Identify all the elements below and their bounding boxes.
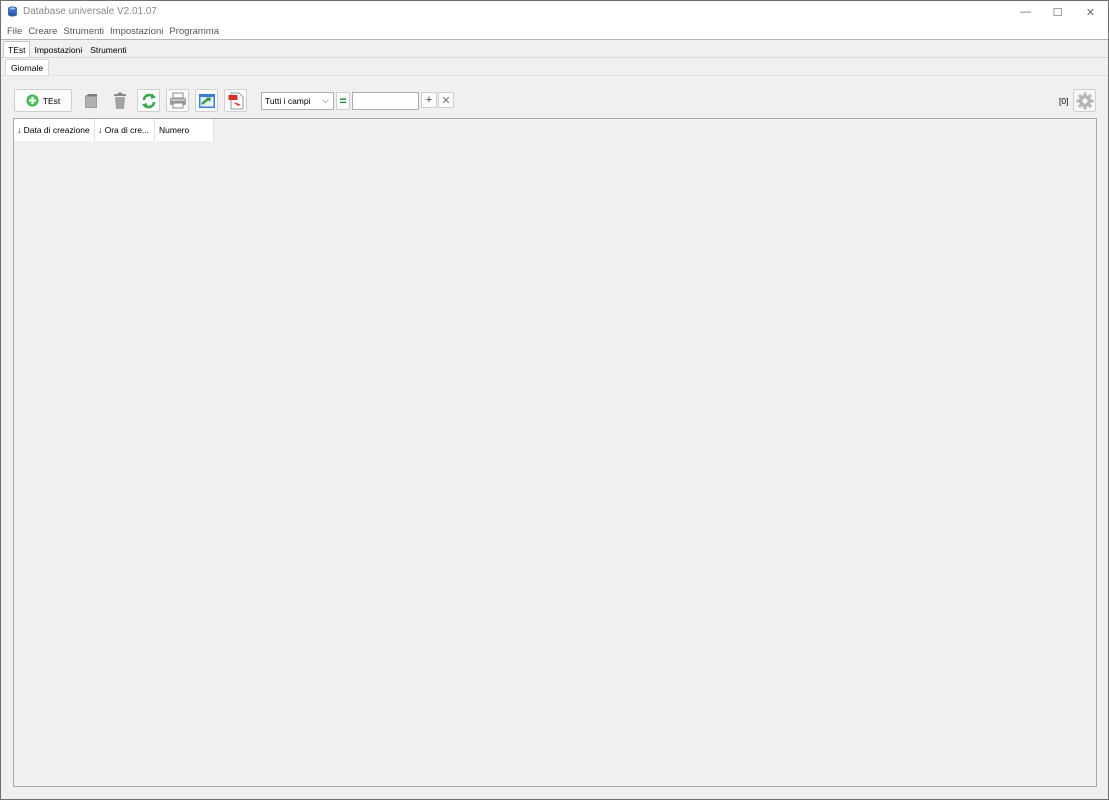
filter-field-select[interactable]: Tutti i campi ⌵ [261, 92, 334, 110]
clear-filter-button[interactable]: ✕ [438, 92, 454, 108]
settings-button[interactable] [1073, 89, 1096, 112]
title-bar[interactable]: Database universale V2.01.07 — ☐ ✕ [1, 1, 1108, 23]
print-button[interactable] [166, 89, 189, 112]
column-header-numero[interactable]: Numero [155, 119, 214, 141]
export-button[interactable] [195, 89, 218, 112]
records-table[interactable]: ↓ Data di creazione ↓ Ora di cre... Nume… [13, 118, 1097, 787]
delete-button[interactable] [108, 89, 131, 112]
column-header-data-creazione[interactable]: ↓ Data di creazione [14, 119, 95, 141]
chevron-down-icon: ⌵ [322, 95, 329, 105]
add-record-label: TEst [42, 95, 61, 106]
refresh-button[interactable] [137, 89, 160, 112]
app-logo-icon [8, 6, 17, 17]
pdf-export-button[interactable] [224, 89, 247, 112]
edit-icon [84, 93, 97, 108]
print-icon [169, 92, 186, 109]
add-record-button[interactable]: TEst [14, 89, 72, 112]
edit-button[interactable] [79, 89, 102, 112]
menu-file[interactable]: File [4, 26, 25, 37]
menu-creare[interactable]: Creare [25, 26, 60, 37]
pdf-icon [228, 92, 243, 109]
gear-icon [1076, 92, 1093, 109]
subtabs-divider [1, 75, 1108, 76]
add-filter-button[interactable]: + [421, 92, 437, 108]
maximize-button[interactable]: ☐ [1041, 1, 1074, 23]
table-header: ↓ Data di creazione ↓ Ora di cre... Nume… [14, 119, 214, 141]
delete-icon [113, 92, 126, 109]
menu-programma[interactable]: Programma [166, 26, 222, 37]
window-title: Database universale V2.01.07 [23, 6, 157, 17]
filter-field-value: Tutti i campi [265, 96, 311, 106]
app-window: Database universale V2.01.07 — ☐ ✕ File … [0, 0, 1109, 800]
tab-impostazioni[interactable]: Impostazioni [30, 42, 86, 57]
filter-search-input[interactable] [352, 92, 419, 110]
menu-separator [1, 39, 1108, 40]
refresh-icon [141, 93, 156, 108]
menu-strumenti[interactable]: Strumenti [60, 26, 107, 37]
minimize-button[interactable]: — [1009, 1, 1042, 23]
tab-strumenti[interactable]: Strumenti [86, 42, 130, 57]
tabs-divider [1, 57, 1108, 58]
menu-bar: File Creare Strumenti Impostazioni Progr… [1, 23, 1108, 39]
filter-operator-button[interactable]: = [336, 92, 350, 110]
export-icon [198, 93, 215, 108]
tab-giornale[interactable]: Giornale [5, 59, 50, 75]
menu-impostazioni[interactable]: Impostazioni [107, 26, 166, 37]
main-tabs: TEst Impostazioni Strumenti [3, 41, 131, 57]
sub-tabs: Giornale [5, 59, 50, 75]
record-count: [0] [1059, 96, 1069, 106]
column-header-ora-creazione[interactable]: ↓ Ora di cre... [95, 119, 155, 141]
tab-test[interactable]: TEst [3, 41, 31, 57]
add-icon [26, 94, 39, 107]
close-button[interactable]: ✕ [1074, 1, 1107, 23]
